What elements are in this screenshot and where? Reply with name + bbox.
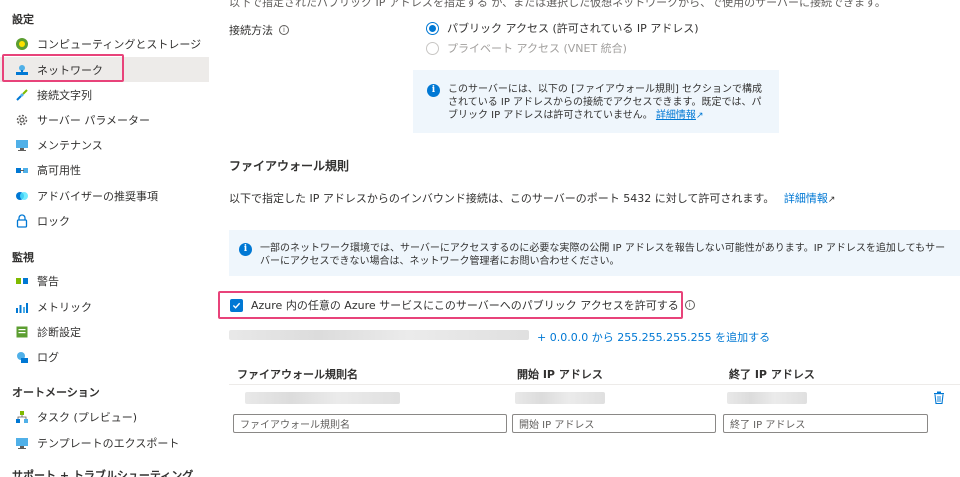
start-ip-input[interactable]: 開始 IP アドレス (512, 414, 716, 433)
info-box-network-text: 一部のネットワーク環境では、サーバーにアクセスするのに必要な実際の公開 IP ア… (260, 243, 946, 267)
firewall-rules-heading: ファイアウォール規則 (229, 159, 350, 173)
main-content: 以下で指定されたパブリック IP アドレスを指定する か、または選択した仮想ネッ… (210, 0, 960, 477)
firewall-description-text: 以下で指定した IP アドレスからのインバウンド接続は、このサーバーのポート 5… (229, 192, 775, 205)
col-start-ip: 開始 IP アドレス (517, 368, 603, 381)
sidebar-item-alerts[interactable]: 警告 (0, 268, 209, 293)
tasks-icon (15, 410, 29, 424)
sidebar-item-label: サーバー パラメーター (37, 113, 151, 127)
info-box-network: i 一部のネットワーク環境では、サーバーにアクセスするのに必要な実際の公開 IP… (229, 230, 960, 276)
gear-icon (15, 113, 29, 127)
info-box-access-text: このサーバーには、以下の [ファイアウォール規則] セクションで構成されている … (448, 83, 765, 133)
info-icon: i (239, 243, 252, 256)
sidebar-item-high-availability[interactable]: 高可用性 (0, 157, 209, 182)
radio-selected-icon[interactable] (426, 21, 439, 35)
info-circle-icon[interactable]: i (684, 300, 695, 310)
end-ip-input[interactable]: 終了 IP アドレス (723, 414, 928, 433)
sidebar-item-label: ロック (37, 214, 70, 228)
rule-name-input[interactable]: ファイアウォール規則名 (233, 414, 507, 433)
external-link-icon: ↗ (827, 195, 836, 205)
sidebar-item-locks[interactable]: ロック (0, 208, 209, 233)
firewall-description: 以下で指定した IP アドレスからのインバウンド接続は、このサーバーのポート 5… (229, 190, 835, 206)
sidebar-item-maintenance[interactable]: メンテナンス (0, 132, 209, 157)
info-circle-icon[interactable]: i (279, 25, 289, 35)
sidebar-item-logs[interactable]: ログ (0, 344, 209, 369)
info-icon: i (427, 84, 440, 97)
delete-icon[interactable] (933, 391, 945, 404)
redacted-end-ip (727, 392, 807, 404)
learn-more-link[interactable]: 詳細情報 (656, 110, 696, 121)
sidebar-item-connection-strings[interactable]: 接続文字列 (0, 82, 209, 107)
sidebar-item-label: 接続文字列 (37, 88, 92, 102)
network-highlight-box (2, 54, 124, 82)
sidebar-item-metrics[interactable]: メトリック (0, 294, 209, 319)
redacted-rule-name (245, 392, 400, 404)
radio-public-access[interactable]: パブリック アクセス (許可されている IP アドレス) (426, 20, 699, 36)
sidebar-item-advisor[interactable]: アドバイザーの推奨事項 (0, 183, 209, 208)
section-header-settings: 設定 (12, 13, 34, 26)
export-template-icon (15, 436, 29, 450)
alert-icon (15, 274, 29, 288)
info-box-access-body: このサーバーには、以下の [ファイアウォール規則] セクションで構成されている … (448, 84, 763, 121)
radio-private-access[interactable]: プライベート アクセス (VNET 統合) (426, 40, 627, 56)
section-header-automation: オートメーション (12, 386, 100, 399)
redacted-ip (229, 330, 529, 340)
sidebar-item-label: 診断設定 (37, 325, 81, 339)
add-range-link[interactable]: + 0.0.0.0 から 255.255.255.255 を追加する (537, 329, 770, 345)
radio-public-label: パブリック アクセス (許可されている IP アドレス) (447, 22, 699, 35)
sidebar-item-label: ログ (37, 350, 59, 364)
checkbox-highlight-box (218, 291, 683, 319)
external-link-icon: ↗ (695, 111, 704, 121)
sidebar-item-diagnostic-settings[interactable]: 診断設定 (0, 319, 209, 344)
sidebar-item-export-template[interactable]: テンプレートのエクスポート (0, 430, 209, 455)
sidebar-item-label: メトリック (37, 300, 92, 314)
sidebar-item-compute[interactable]: コンピューティングとストレージ (0, 31, 209, 56)
firewall-learn-more-link[interactable]: 詳細情報 (784, 192, 828, 205)
sidebar: 設定 コンピューティングとストレージ ネットワーク 接続文字列 サーバー パラメ… (0, 0, 210, 477)
sidebar-item-label: タスク (プレビュー) (37, 410, 138, 424)
col-rule-name: ファイアウォール規則名 (237, 368, 358, 381)
sidebar-item-label: コンピューティングとストレージ (37, 37, 202, 51)
sidebar-item-label: メンテナンス (37, 138, 103, 152)
info-box-access: i このサーバーには、以下の [ファイアウォール規則] セクションで構成されてい… (413, 70, 779, 133)
section-header-support: サポート + トラブルシューティング (12, 469, 194, 477)
sidebar-item-server-parameters[interactable]: サーバー パラメーター (0, 107, 209, 132)
radio-private-label: プライベート アクセス (VNET 統合) (447, 42, 627, 55)
connection-method-text: 接続方法 (229, 24, 273, 37)
redacted-start-ip (515, 392, 605, 404)
sidebar-item-tasks[interactable]: タスク (プレビュー) (0, 404, 209, 429)
connection-string-icon (15, 88, 29, 102)
compute-icon (15, 37, 29, 51)
high-availability-icon (15, 163, 29, 177)
col-end-ip: 終了 IP アドレス (729, 368, 815, 381)
table-divider (229, 384, 960, 385)
add-range-link-text[interactable]: + 0.0.0.0 から 255.255.255.255 を追加する (537, 331, 770, 344)
metrics-icon (15, 300, 29, 314)
sidebar-item-label: 警告 (37, 274, 59, 288)
intro-text: 以下で指定されたパブリック IP アドレスを指定する か、または選択した仮想ネッ… (229, 0, 886, 9)
radio-unselected-icon[interactable] (426, 41, 439, 55)
sidebar-item-label: テンプレートのエクスポート (37, 436, 180, 450)
advisor-icon (15, 189, 29, 203)
connection-method-label: 接続方法 i (229, 22, 289, 38)
maintenance-icon (15, 138, 29, 152)
logs-icon (15, 350, 29, 364)
lock-icon (15, 213, 29, 228)
section-header-monitoring: 監視 (12, 251, 34, 264)
sidebar-item-label: 高可用性 (37, 163, 81, 177)
sidebar-item-label: アドバイザーの推奨事項 (37, 189, 158, 203)
diagnostic-icon (15, 325, 29, 339)
